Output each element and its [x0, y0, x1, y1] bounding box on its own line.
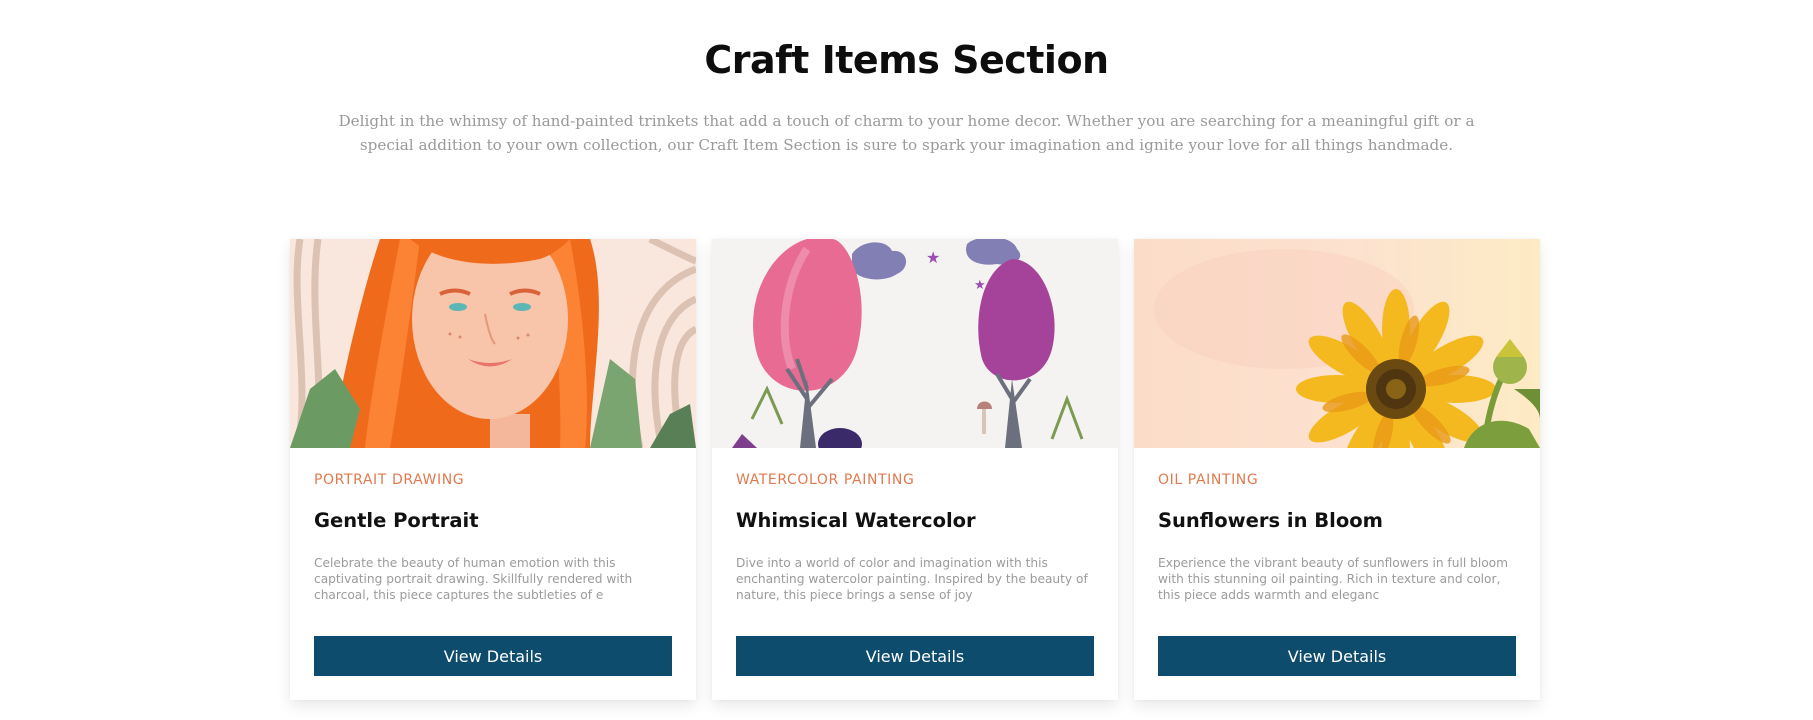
view-details-button[interactable]: View Details: [736, 636, 1094, 676]
sunflower-illustration: [1134, 239, 1540, 448]
portrait-image[interactable]: [290, 239, 696, 448]
card-category: Portrait Drawing: [314, 472, 465, 488]
view-details-button[interactable]: View Details: [314, 636, 672, 676]
card-category: Watercolor Painting: [736, 472, 915, 488]
card-category: Oil Painting: [1158, 472, 1259, 488]
card-title[interactable]: Sunflowers in Bloom: [1158, 509, 1383, 532]
card-title[interactable]: Whimsical Watercolor: [736, 509, 976, 532]
card-title[interactable]: Gentle Portrait: [314, 509, 479, 532]
watercolor-image[interactable]: ★ ★: [712, 239, 1118, 448]
card-description: Dive into a world of color and imaginati…: [736, 556, 1088, 602]
card-description: Experience the vibrant beauty of sunflow…: [1158, 556, 1509, 602]
watercolor-trees-illustration: ★ ★: [712, 239, 1118, 448]
sunflower-image[interactable]: [1134, 239, 1540, 448]
svg-text:★: ★: [974, 278, 986, 293]
card-grid: Portrait Drawing Gentle Portrait Celebra…: [290, 239, 1540, 700]
svg-text:★: ★: [926, 248, 940, 267]
view-details-button[interactable]: View Details: [1158, 636, 1516, 676]
section-title: Craft Items Section: [704, 38, 1109, 82]
product-card: ★ ★ Watercolor Painting Whimsi: [712, 239, 1118, 700]
section-description: Delight in the whimsy of hand-painted tr…: [338, 112, 1475, 154]
product-card: Oil Painting Sunflowers in Bloom Experie…: [1134, 239, 1540, 700]
card-description: Celebrate the beauty of human emotion wi…: [314, 556, 633, 602]
product-card: Portrait Drawing Gentle Portrait Celebra…: [290, 239, 696, 700]
craft-items-section: Craft Items Section Delight in the whims…: [0, 0, 1813, 720]
portrait-illustration: [290, 239, 696, 448]
